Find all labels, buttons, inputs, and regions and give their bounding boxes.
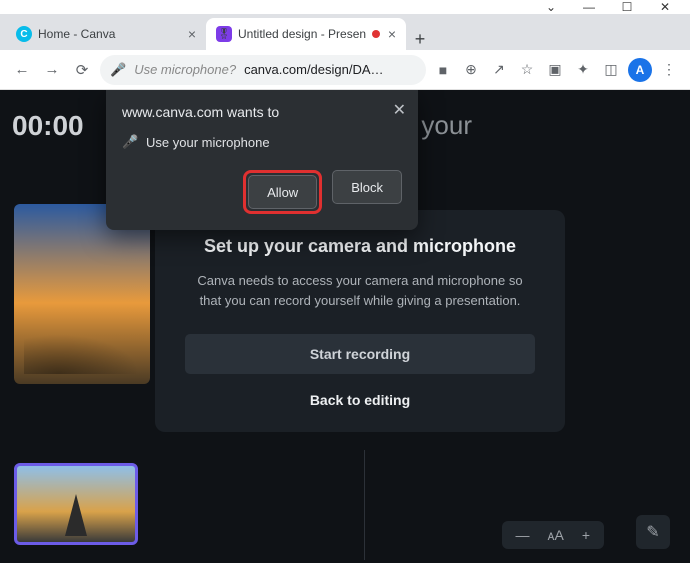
setup-description: Canva needs to access your camera and mi… [185,271,535,310]
window-close[interactable]: ✕ [658,0,672,14]
address-bar[interactable]: 🎤 Use microphone? canva.com/design/DA… [100,55,426,85]
zoom-icon[interactable]: ⊕ [460,61,482,78]
edit-button[interactable]: ✎ [636,515,670,549]
block-button[interactable]: Block [332,170,402,204]
window-chevron[interactable]: ⌄ [544,0,558,14]
bookmark-icon[interactable]: ☆ [516,61,538,78]
reload-button[interactable]: ⟳ [70,58,94,82]
font-size-label: ᴀA [548,527,564,543]
close-icon[interactable]: ✕ [393,100,406,120]
tab-label: Untitled design - Presen [238,27,366,41]
microphone-icon: 🎤 [122,134,136,150]
tab-home-canva[interactable]: C Home - Canva × [6,18,206,50]
omnibox-url: canva.com/design/DA… [244,62,383,77]
reader-icon[interactable]: ◫ [600,61,622,78]
window-titlebar: ⌄ — ☐ ✕ [0,0,690,14]
window-minimize[interactable]: — [582,0,596,14]
permission-prompt: ✕ www.canva.com wants to 🎤 Use your micr… [106,90,418,230]
new-tab-button[interactable]: + [406,29,434,50]
slide-preview-large [14,204,150,384]
allow-highlight: Allow [243,170,322,214]
pencil-icon: ✎ [646,522,659,542]
font-increase-button[interactable]: + [582,527,590,543]
close-icon[interactable]: × [388,26,396,42]
window-maximize[interactable]: ☐ [620,0,634,14]
tab-untitled-design[interactable]: 🎖 Untitled design - Presen × [206,18,406,50]
recording-dot-icon [372,30,380,38]
extension1-icon[interactable]: ▣ [544,61,566,78]
share-icon[interactable]: ↗ [488,61,510,78]
close-icon[interactable]: × [188,26,196,42]
setup-title: Set up your camera and microphone [185,236,535,257]
omnibox-hint: Use microphone? [134,62,236,77]
font-size-controls: — ᴀA + [502,521,604,549]
back-button[interactable]: ← [10,58,34,82]
profile-avatar[interactable]: A [628,58,652,82]
forward-button[interactable]: → [40,58,64,82]
setup-panel: Set up your camera and microphone Canva … [155,210,565,432]
microphone-icon: 🎤 [110,62,126,78]
tab-label: Home - Canva [38,27,115,41]
recording-timer: 00:00 [12,110,84,142]
menu-icon[interactable]: ⋮ [658,61,680,78]
browser-toolbar: ← → ⟳ 🎤 Use microphone? canva.com/design… [0,50,690,90]
font-decrease-button[interactable]: — [516,527,530,543]
slide-thumbnail[interactable] [14,463,138,545]
canva-favicon: C [16,26,32,42]
permission-buttons: Allow Block [122,170,402,214]
app-content: 00:00 d notes to your sign Set up your c… [0,90,690,563]
permission-item: 🎤 Use your microphone [122,134,402,150]
extension2-icon[interactable]: ✦ [572,61,594,78]
design-favicon: 🎖 [216,26,232,42]
permission-title: www.canva.com wants to [122,104,402,120]
permission-item-label: Use your microphone [146,135,270,150]
allow-button[interactable]: Allow [248,175,317,209]
back-to-editing-link[interactable]: Back to editing [185,392,535,408]
tab-strip: C Home - Canva × 🎖 Untitled design - Pre… [0,14,690,50]
camera-icon[interactable]: ■ [432,62,454,78]
start-recording-button[interactable]: Start recording [185,334,535,374]
